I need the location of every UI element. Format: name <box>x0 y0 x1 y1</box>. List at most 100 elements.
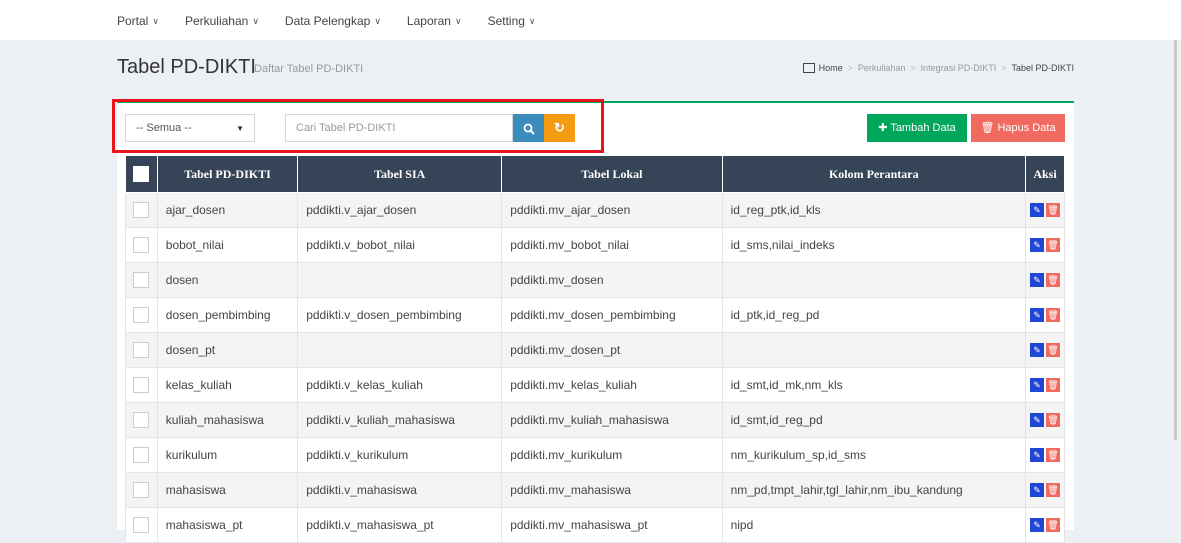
row-checkbox-cell <box>125 437 158 473</box>
row-checkbox-cell <box>125 402 158 438</box>
trash-icon[interactable]: 🗑 <box>1046 203 1060 218</box>
chevron-down-icon: ∨ <box>374 15 381 26</box>
edit-icon[interactable]: ✎ <box>1030 203 1044 218</box>
edit-icon[interactable]: ✎ <box>1030 413 1044 428</box>
edit-icon[interactable]: ✎ <box>1030 343 1044 358</box>
table-header-row: Tabel PD-DIKTI Tabel SIA Tabel Lokal Kol… <box>125 155 1065 193</box>
row-checkbox[interactable] <box>133 377 150 393</box>
trash-icon[interactable]: 🗑 <box>1046 273 1060 288</box>
edit-icon[interactable]: ✎ <box>1030 308 1044 323</box>
edit-icon[interactable]: ✎ <box>1030 238 1044 253</box>
cell-tabel-lokal: pddikti.mv_ajar_dosen <box>501 192 723 228</box>
table-row: kuliah_mahasiswa pddikti.v_kuliah_mahasis… <box>125 402 1065 438</box>
trash-icon[interactable]: 🗑 <box>1046 413 1060 428</box>
edit-icon[interactable]: ✎ <box>1030 273 1044 288</box>
add-data-label: Tambah Data <box>890 122 956 134</box>
main-menu: Portal ∨ Perkuliahan ∨ Data Pelengkap ∨ Lap… <box>117 14 562 28</box>
cell-tabel-pddikti: mahasiswa_pt <box>156 507 299 543</box>
table-row: mahasiswa_pt pddikti.v_mahasiswa_pt pddikt… <box>125 507 1065 543</box>
row-checkbox[interactable] <box>133 272 150 288</box>
add-data-button[interactable]: ✚ Tambah Data <box>867 114 967 142</box>
cell-kolom-perantara: nm_pd,tmpt_lahir,tgl_lahir,nm_ibu_kandun… <box>721 472 1027 508</box>
trash-icon[interactable]: 🗑 <box>1046 343 1060 358</box>
trash-icon[interactable]: 🗑 <box>1046 308 1060 323</box>
cell-aksi: ✎ 🗑 <box>1025 367 1065 403</box>
edit-icon[interactable]: ✎ <box>1030 518 1044 533</box>
cell-kolom-perantara: id_ptk,id_reg_pd <box>721 297 1027 333</box>
breadcrumb-integrasi[interactable]: Integrasi PD-DIKTI <box>921 63 997 73</box>
cell-aksi: ✎ 🗑 <box>1025 262 1065 298</box>
cell-tabel-pddikti: mahasiswa <box>156 472 299 508</box>
row-checkbox[interactable] <box>133 412 150 428</box>
row-checkbox[interactable] <box>133 237 150 253</box>
trash-icon[interactable]: 🗑 <box>1046 518 1060 533</box>
content-box: -- Semua -- ▼ Cari Tabel PD-DIKTI ↻ ✚ Ta… <box>117 101 1074 543</box>
col-header-kolom-perantara[interactable]: Kolom Perantara <box>721 155 1027 193</box>
cell-tabel-pddikti: bobot_nilai <box>156 227 299 263</box>
menu-perkuliahan-label: Perkuliahan <box>184 14 249 28</box>
row-checkbox[interactable] <box>133 202 150 218</box>
table-body: ajar_dosen pddikti.v_ajar_dosen pddikti.mv… <box>125 192 1065 543</box>
cell-aksi: ✎ 🗑 <box>1025 402 1065 438</box>
scrollbar[interactable] <box>1174 40 1177 440</box>
cell-tabel-pddikti: dosen_pt <box>156 332 299 368</box>
cell-tabel-sia: pddikti.v_dosen_pembimbing <box>297 297 503 333</box>
cell-tabel-lokal: pddikti.mv_kelas_kuliah <box>501 367 723 403</box>
trash-icon[interactable]: 🗑 <box>1046 238 1060 253</box>
col-header-tabel-sia[interactable]: Tabel SIA <box>297 155 503 193</box>
breadcrumb-home[interactable]: Home <box>819 63 843 73</box>
menu-setting-label: Setting <box>487 14 525 28</box>
row-checkbox[interactable] <box>133 482 150 498</box>
trash-icon[interactable]: 🗑 <box>1046 448 1060 463</box>
row-checkbox[interactable] <box>133 447 150 463</box>
cell-kolom-perantara: nm_kurikulum_sp,id_sms <box>721 437 1027 473</box>
col-header-tabel-lokal[interactable]: Tabel Lokal <box>501 155 723 193</box>
cell-kolom-perantara: id_smt,id_reg_pd <box>721 402 1027 438</box>
breadcrumb-perkuliahan[interactable]: Perkuliahan <box>858 63 906 73</box>
breadcrumb-separator: > <box>1001 63 1007 73</box>
edit-icon[interactable]: ✎ <box>1030 378 1044 393</box>
cell-tabel-sia <box>297 332 503 368</box>
cell-kolom-perantara: nipd <box>721 507 1027 543</box>
cell-aksi: ✎ 🗑 <box>1025 437 1065 473</box>
edit-icon[interactable]: ✎ <box>1030 448 1044 463</box>
cell-kolom-perantara: id_sms,nilai_indeks <box>721 227 1027 263</box>
cell-kolom-perantara <box>721 262 1027 298</box>
cell-kolom-perantara: id_reg_ptk,id_kls <box>721 192 1027 228</box>
highlight-box <box>112 99 604 153</box>
select-all-checkbox[interactable] <box>133 166 150 183</box>
row-checkbox[interactable] <box>133 517 150 533</box>
cell-tabel-pddikti: kelas_kuliah <box>156 367 299 403</box>
delete-data-button[interactable]: 🗑 Hapus Data <box>971 114 1065 142</box>
menu-data-pelengkap-label: Data Pelengkap <box>284 14 371 28</box>
menu-data-pelengkap[interactable]: Data Pelengkap ∨ <box>285 14 381 28</box>
menu-setting[interactable]: Setting ∨ <box>488 14 536 28</box>
cell-kolom-perantara <box>721 332 1027 368</box>
row-checkbox[interactable] <box>133 342 150 358</box>
cell-tabel-lokal: pddikti.mv_mahasiswa <box>501 472 723 508</box>
select-all-cell <box>125 155 158 193</box>
cell-aksi: ✎ 🗑 <box>1025 192 1065 228</box>
table-row: kelas_kuliah pddikti.v_kelas_kuliah pddikt… <box>125 367 1065 403</box>
table-row: dosen_pt pddikti.mv_dosen_pt ✎ 🗑 <box>125 332 1065 368</box>
row-checkbox-cell <box>125 507 158 543</box>
cell-tabel-sia: pddikti.v_mahasiswa <box>297 472 503 508</box>
trash-icon[interactable]: 🗑 <box>1046 378 1060 393</box>
cell-tabel-lokal: pddikti.mv_kuliah_mahasiswa <box>501 402 723 438</box>
trash-icon[interactable]: 🗑 <box>1046 483 1060 498</box>
cell-tabel-pddikti: dosen <box>156 262 299 298</box>
table-icon <box>802 63 815 73</box>
row-checkbox-cell <box>125 472 158 508</box>
cell-aksi: ✎ 🗑 <box>1025 297 1065 333</box>
menu-portal[interactable]: Portal ∨ <box>117 14 159 28</box>
breadcrumb-separator: > <box>847 63 853 73</box>
edit-icon[interactable]: ✎ <box>1030 483 1044 498</box>
menu-laporan[interactable]: Laporan ∨ <box>407 14 462 28</box>
cell-tabel-lokal: pddikti.mv_mahasiswa_pt <box>501 507 723 543</box>
top-navbar: Portal ∨ Perkuliahan ∨ Data Pelengkap ∨ Lap… <box>0 0 1181 40</box>
col-header-tabel-pddikti[interactable]: Tabel PD-DIKTI <box>156 155 299 193</box>
page-subtitle: Daftar Tabel PD-DIKTI <box>254 63 364 75</box>
menu-perkuliahan[interactable]: Perkuliahan ∨ <box>185 14 259 28</box>
table-row: kurikulum pddikti.v_kurikulum pddikti.mv_k… <box>125 437 1065 473</box>
row-checkbox[interactable] <box>133 307 150 323</box>
